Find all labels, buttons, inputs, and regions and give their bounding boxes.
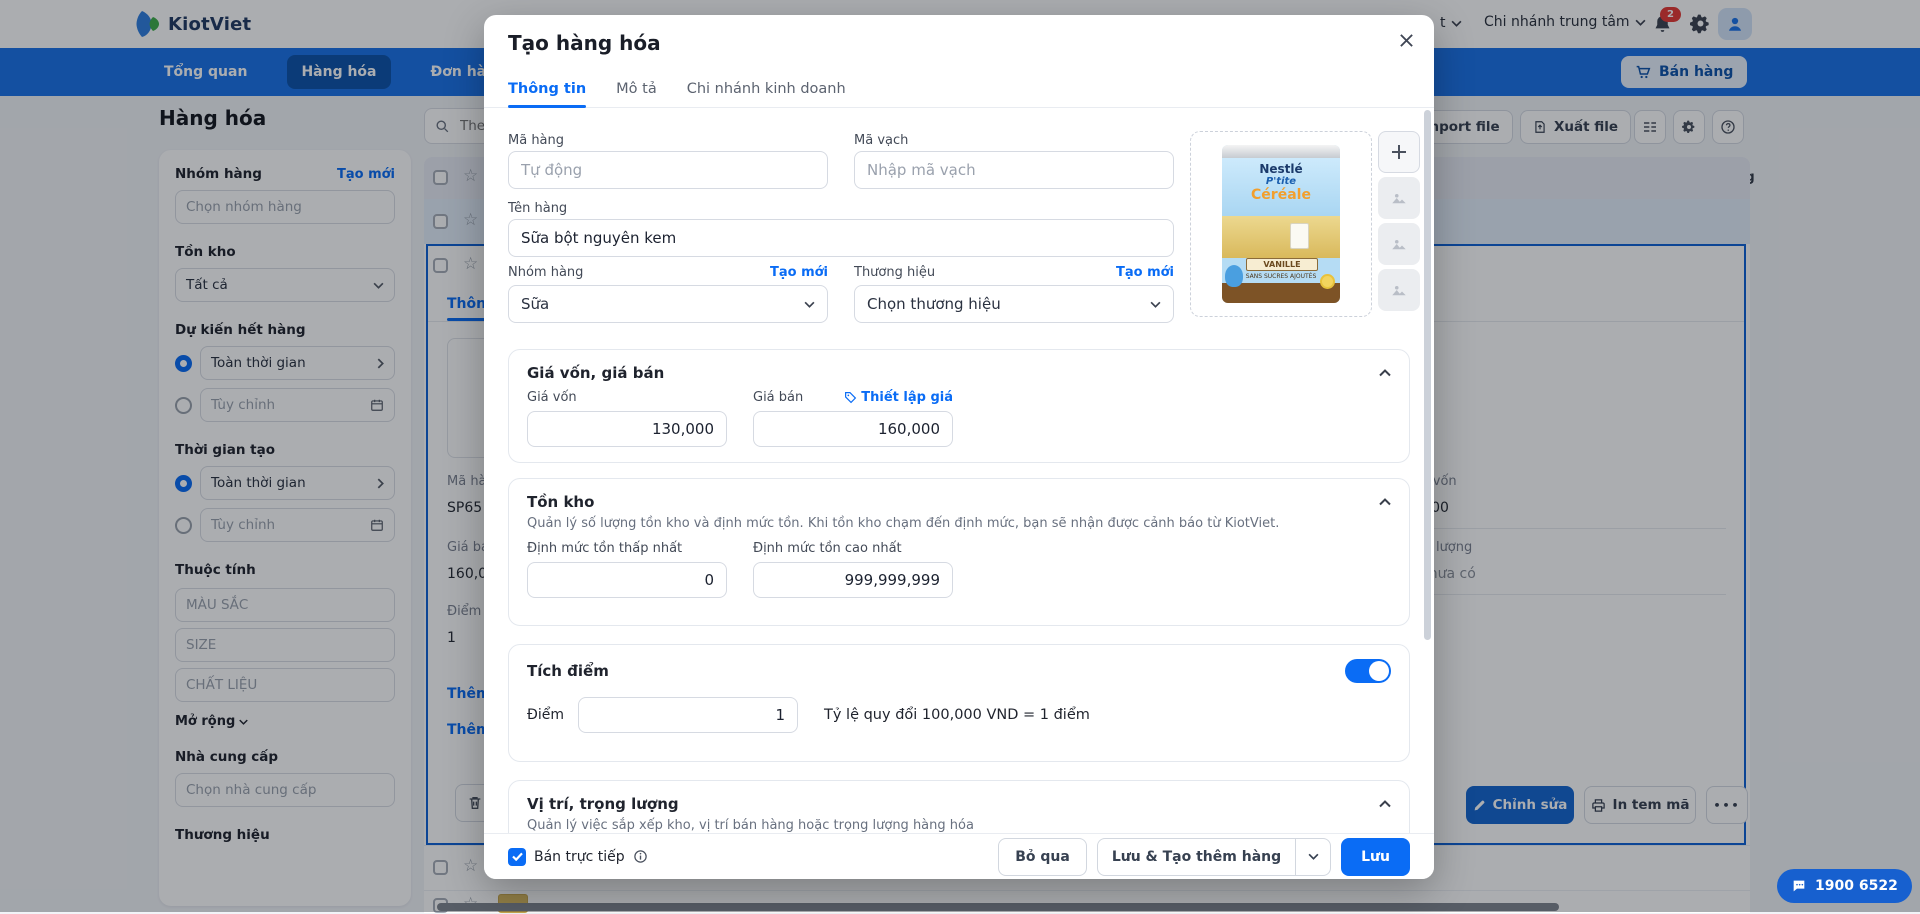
check-icon [512,852,523,861]
image-placeholder-icon [1390,189,1408,207]
cost-input[interactable] [527,411,727,447]
modal-title: Tạo hàng hóa [508,31,661,55]
brand-select[interactable]: Chọn thương hiệu [854,285,1174,323]
save-button[interactable]: Lưu [1341,838,1410,876]
image-placeholder-icon [1390,235,1408,253]
save-options-dropdown[interactable] [1295,839,1330,875]
support-phone: 1900 6522 [1815,878,1898,894]
chevron-up-icon[interactable] [1379,369,1391,377]
chevron-down-icon [1308,853,1319,860]
chevron-up-icon[interactable] [1379,498,1391,506]
min-stock-label: Định mức tồn thấp nhất [527,541,727,556]
sale-price-label: Giá bán [753,390,803,405]
product-image-dropzone[interactable]: Nestlé P'tite Céréale VANILLE SANS SUCRE… [1190,131,1372,317]
barcode-label: Mã vạch [854,133,908,148]
can-line-text: P'tite [1222,176,1340,187]
chevron-down-icon [1150,301,1161,308]
code-input[interactable] [508,151,828,189]
image-placeholder-icon [1390,281,1408,299]
position-section-desc: Quản lý việc sắp xếp kho, vị trí bán hàn… [527,818,1391,833]
point-input[interactable] [578,697,798,733]
price-section-title: Giá vốn, giá bán [527,364,664,382]
code-label: Mã hàng [508,133,564,148]
can-flower-art [1320,274,1335,289]
group-label: Nhóm hàng [508,265,583,280]
image-slot-placeholder[interactable] [1378,269,1420,311]
sale-price-input[interactable] [753,411,953,447]
points-section-title: Tích điểm [527,662,609,680]
modal-scrollbar[interactable] [1424,110,1431,640]
image-slot-placeholder[interactable] [1378,177,1420,219]
position-section-title: Vị trí, trọng lượng [527,795,679,813]
plus-icon [1391,144,1407,160]
create-group-link[interactable]: Tạo mới [770,265,828,280]
min-stock-input[interactable] [527,562,727,598]
brand-select-value: Chọn thương hiệu [867,295,1001,313]
image-slot-placeholder[interactable] [1378,223,1420,265]
points-toggle[interactable] [1345,659,1391,683]
point-label: Điểm [527,707,564,723]
tab-branch[interactable]: Chi nhánh kinh doanh [687,71,846,108]
price-setup-label: Thiết lập giá [861,390,953,405]
product-image: Nestlé P'tite Céréale VANILLE SANS SUCRE… [1222,145,1340,303]
brand-label: Thương hiệu [854,265,935,280]
can-bear-art [1225,265,1243,287]
create-product-modal: Tạo hàng hóa Thông tin Mô tả Chi nhánh k… [484,15,1434,879]
can-flavor-text: VANILLE [1246,258,1318,271]
skip-button[interactable]: Bỏ qua [998,838,1087,876]
can-name-text: Céréale [1222,187,1340,203]
price-section: Giá vốn, giá bán Giá vốn Giá bán Thiết l… [508,349,1410,463]
can-brand-text: Nestlé [1222,162,1340,176]
info-icon[interactable] [633,849,648,864]
direct-sale-label: Bán trực tiếp [534,849,625,865]
price-setup-link[interactable]: Thiết lập giá [844,390,953,405]
cost-label: Giá vốn [527,390,727,405]
point-rate-text: Tỷ lệ quy đổi 100,000 VND = 1 điểm [824,707,1090,723]
save-and-create-label[interactable]: Lưu & Tạo thêm hàng [1098,839,1295,875]
stock-section-desc: Quản lý số lượng tồn kho và định mức tồn… [527,516,1391,531]
create-brand-link[interactable]: Tạo mới [1116,265,1174,280]
max-stock-label: Định mức tồn cao nhất [753,541,953,556]
direct-sale-checkbox[interactable] [508,848,526,866]
chevron-up-icon[interactable] [1379,800,1391,808]
name-label: Tên hàng [508,201,567,216]
chevron-down-icon [804,301,815,308]
points-section: Tích điểm Điểm Tỷ lệ quy đổi 100,000 VND… [508,644,1410,762]
barcode-input[interactable] [854,151,1174,189]
modal-tabs: Thông tin Mô tả Chi nhánh kinh doanh [484,71,1434,108]
add-image-button[interactable] [1378,131,1420,173]
stock-section-title: Tồn kho [527,493,594,511]
group-select[interactable]: Sữa [508,285,828,323]
stock-section: Tồn kho Quản lý số lượng tồn kho và định… [508,478,1410,626]
close-icon[interactable] [1399,33,1414,48]
chat-icon [1791,878,1807,894]
save-and-create-button: Lưu & Tạo thêm hàng [1097,838,1331,876]
tag-icon [844,391,857,404]
modal-footer: Bán trực tiếp Bỏ qua Lưu & Tạo thêm hàng… [484,833,1434,879]
group-select-value: Sữa [521,295,549,313]
name-input[interactable] [508,219,1174,257]
max-stock-input[interactable] [753,562,953,598]
support-button[interactable]: 1900 6522 [1777,869,1912,903]
tab-description[interactable]: Mô tả [616,71,657,108]
tab-info[interactable]: Thông tin [508,71,586,108]
